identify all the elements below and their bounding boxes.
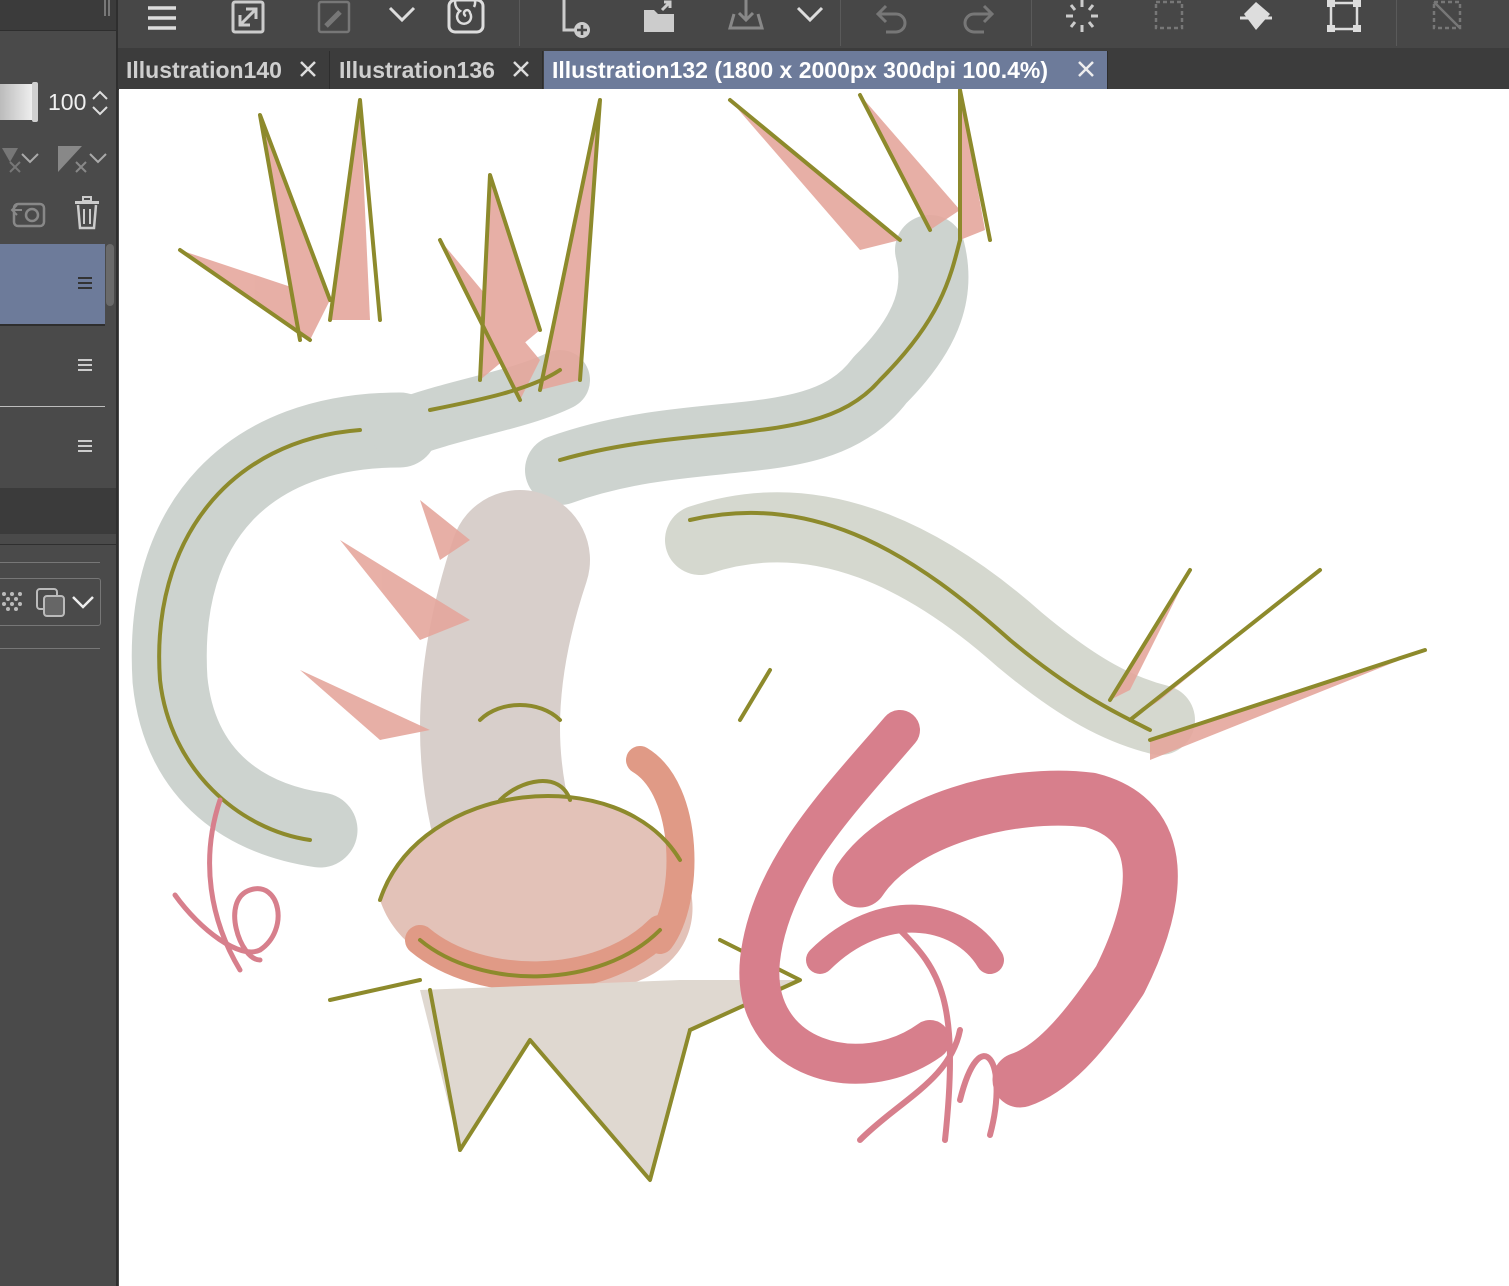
selection-icon bbox=[1154, 0, 1184, 30]
redo-button[interactable] bbox=[948, 0, 1008, 40]
close-icon[interactable] bbox=[510, 58, 532, 80]
panel-grip-icon[interactable] bbox=[104, 0, 110, 16]
undo-button[interactable] bbox=[862, 0, 922, 40]
fill-button[interactable] bbox=[1226, 0, 1286, 40]
panel-header bbox=[0, 488, 116, 534]
loading-icon bbox=[1066, 0, 1098, 32]
layer-menu-icon[interactable] bbox=[77, 276, 93, 290]
toolbar bbox=[118, 0, 1509, 49]
layer-row[interactable] bbox=[0, 326, 105, 406]
menu-icon bbox=[148, 6, 176, 30]
opacity-slider-handle[interactable] bbox=[32, 82, 38, 122]
new-file-button[interactable] bbox=[544, 0, 604, 40]
deselect-button[interactable] bbox=[1418, 0, 1478, 40]
dropdown-button[interactable] bbox=[780, 0, 840, 40]
divider bbox=[0, 562, 100, 563]
divider bbox=[0, 544, 116, 545]
fill-icon bbox=[1240, 2, 1272, 30]
transform-button[interactable] bbox=[1314, 0, 1374, 40]
divider bbox=[1031, 0, 1032, 46]
export-button[interactable] bbox=[716, 0, 776, 40]
new-file-icon bbox=[562, 0, 590, 38]
close-icon[interactable] bbox=[1075, 58, 1097, 80]
tab-label: Illustration140 bbox=[126, 56, 282, 83]
resize-button[interactable] bbox=[218, 0, 278, 40]
reference-layer-icon[interactable] bbox=[54, 142, 110, 178]
menu-button[interactable] bbox=[132, 0, 192, 40]
divider bbox=[519, 0, 520, 46]
document-tabs: Illustration140 Illustration136 Illustra… bbox=[118, 48, 1509, 90]
divider bbox=[0, 648, 100, 649]
selection-button[interactable] bbox=[1140, 0, 1200, 40]
opacity-stepper-icon[interactable] bbox=[90, 88, 110, 118]
layer-menu-icon[interactable] bbox=[77, 439, 93, 453]
chevron-down-icon bbox=[796, 6, 824, 23]
tab-illustration136[interactable]: Illustration136 bbox=[331, 51, 543, 89]
spiral-icon bbox=[447, 0, 485, 34]
panel-header bbox=[0, 0, 116, 30]
illustration-artwork bbox=[131, 89, 1427, 1182]
eyedropper-icon bbox=[317, 0, 351, 34]
drawing-canvas[interactable] bbox=[119, 89, 1509, 1286]
close-icon[interactable] bbox=[297, 58, 319, 80]
divider bbox=[0, 30, 116, 31]
spiral-button[interactable] bbox=[436, 0, 496, 40]
resize-icon bbox=[231, 0, 265, 34]
open-button[interactable] bbox=[630, 0, 690, 40]
export-icon bbox=[728, 0, 764, 30]
blending-mode-select[interactable] bbox=[0, 578, 101, 626]
tab-label: Illustration136 bbox=[339, 56, 495, 83]
open-folder-icon bbox=[644, 0, 674, 32]
eyedropper-button[interactable] bbox=[304, 0, 364, 40]
loading-button[interactable] bbox=[1052, 0, 1112, 40]
divider bbox=[1396, 0, 1397, 46]
layer-panel: 100 bbox=[0, 0, 118, 1286]
opacity-slider[interactable] bbox=[0, 84, 32, 120]
deselect-icon bbox=[1432, 0, 1462, 30]
tab-illustration140[interactable]: Illustration140 bbox=[118, 51, 330, 89]
new-layer-camera-icon[interactable] bbox=[8, 196, 48, 232]
chevron-down-icon bbox=[388, 6, 416, 23]
layer-menu-icon[interactable] bbox=[77, 358, 93, 372]
divider bbox=[840, 0, 841, 46]
redo-icon bbox=[963, 4, 995, 34]
layer-row[interactable] bbox=[0, 407, 105, 487]
clip-layer-icon[interactable] bbox=[0, 142, 40, 178]
tab-label: Illustration132 (1800 x 2000px 300dpi 10… bbox=[552, 56, 1049, 83]
tone-icon bbox=[2, 592, 22, 611]
layer-color-icon bbox=[36, 588, 65, 617]
transform-icon bbox=[1327, 0, 1361, 32]
layer-scrollbar[interactable] bbox=[106, 244, 114, 306]
layer-row[interactable] bbox=[0, 244, 105, 324]
opacity-value[interactable]: 100 bbox=[48, 89, 86, 116]
delete-layer-icon[interactable] bbox=[72, 196, 102, 232]
undo-icon bbox=[875, 4, 907, 34]
tab-illustration132[interactable]: Illustration132 (1800 x 2000px 300dpi 10… bbox=[544, 51, 1108, 89]
chevron-down-icon bbox=[72, 596, 94, 609]
dropdown-button[interactable] bbox=[372, 0, 432, 40]
